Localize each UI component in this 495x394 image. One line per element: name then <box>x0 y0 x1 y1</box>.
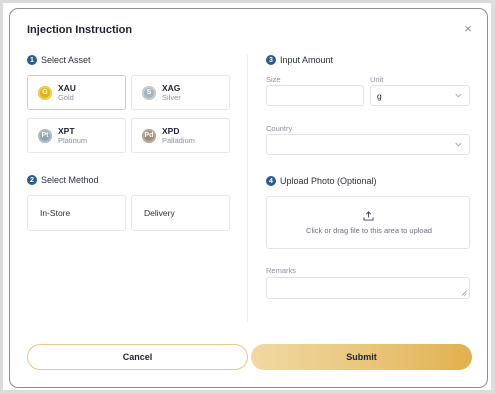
step-number-badge: 4 <box>266 176 276 186</box>
step-number-badge: 1 <box>27 55 37 65</box>
backdrop-edge-top <box>0 0 495 3</box>
backdrop-edge-right <box>491 0 495 394</box>
size-input[interactable] <box>266 85 364 106</box>
page-backdrop: Injection Instruction × 1 Select Asset G… <box>0 0 495 394</box>
backdrop-edge-left <box>0 0 3 394</box>
remarks-textarea[interactable] <box>266 277 470 299</box>
cancel-button[interactable]: Cancel <box>27 344 248 370</box>
asset-option-xag[interactable]: S XAG Silver <box>131 75 230 110</box>
step-number-badge: 3 <box>266 55 276 65</box>
asset-code: XAU <box>58 83 76 93</box>
unit-selected-value: g <box>377 90 382 101</box>
asset-name: Gold <box>58 93 74 102</box>
step-label: Upload Photo (Optional) <box>280 176 377 186</box>
asset-name: Palladium <box>162 136 195 145</box>
upload-icon <box>363 211 374 221</box>
method-option-delivery[interactable]: Delivery <box>131 195 230 231</box>
asset-code: XPD <box>162 126 180 136</box>
silver-coin-icon: S <box>142 85 156 100</box>
chevron-down-icon <box>455 93 462 98</box>
platinum-coin-icon: Pt <box>38 128 52 143</box>
step-select-method: 2 Select Method <box>27 175 99 185</box>
asset-option-xpd[interactable]: Pd XPD Palladium <box>131 118 230 153</box>
step-upload-photo: 4 Upload Photo (Optional) <box>266 176 377 186</box>
unit-label: Unit <box>370 75 384 84</box>
chevron-down-icon <box>455 142 462 147</box>
backdrop-edge-bottom <box>0 390 495 394</box>
remarks-label: Remarks <box>266 266 297 275</box>
country-label: Country <box>266 124 293 133</box>
step-label: Select Asset <box>41 55 91 65</box>
upload-dropzone[interactable]: Click or drag file to this area to uploa… <box>266 196 470 249</box>
asset-code: XPT <box>58 126 75 136</box>
unit-select[interactable]: g <box>370 85 470 106</box>
asset-code: XAG <box>162 83 181 93</box>
dialog-title: Injection Instruction <box>27 24 133 36</box>
country-select[interactable] <box>266 134 470 155</box>
step-label: Select Method <box>41 175 99 185</box>
palladium-coin-icon: Pd <box>142 128 156 143</box>
submit-button[interactable]: Submit <box>251 344 472 370</box>
step-select-asset: 1 Select Asset <box>27 55 91 65</box>
upload-hint-text: Click or drag file to this area to uploa… <box>306 226 432 235</box>
step-label: Input Amount <box>280 55 334 65</box>
close-icon[interactable]: × <box>462 22 474 35</box>
size-label: Size <box>266 75 281 84</box>
column-divider <box>247 55 248 322</box>
method-option-in-store[interactable]: In-Store <box>27 195 126 231</box>
asset-option-xau[interactable]: G XAU Gold <box>27 75 126 110</box>
asset-name: Platinum <box>58 136 88 145</box>
asset-option-xpt[interactable]: Pt XPT Platinum <box>27 118 126 153</box>
gold-coin-icon: G <box>38 85 52 100</box>
resize-grip-icon[interactable] <box>461 290 467 296</box>
asset-name: Silver <box>162 93 181 102</box>
step-input-amount: 3 Input Amount <box>266 55 333 65</box>
step-number-badge: 2 <box>27 175 37 185</box>
injection-instruction-dialog: Injection Instruction × 1 Select Asset G… <box>9 8 488 388</box>
